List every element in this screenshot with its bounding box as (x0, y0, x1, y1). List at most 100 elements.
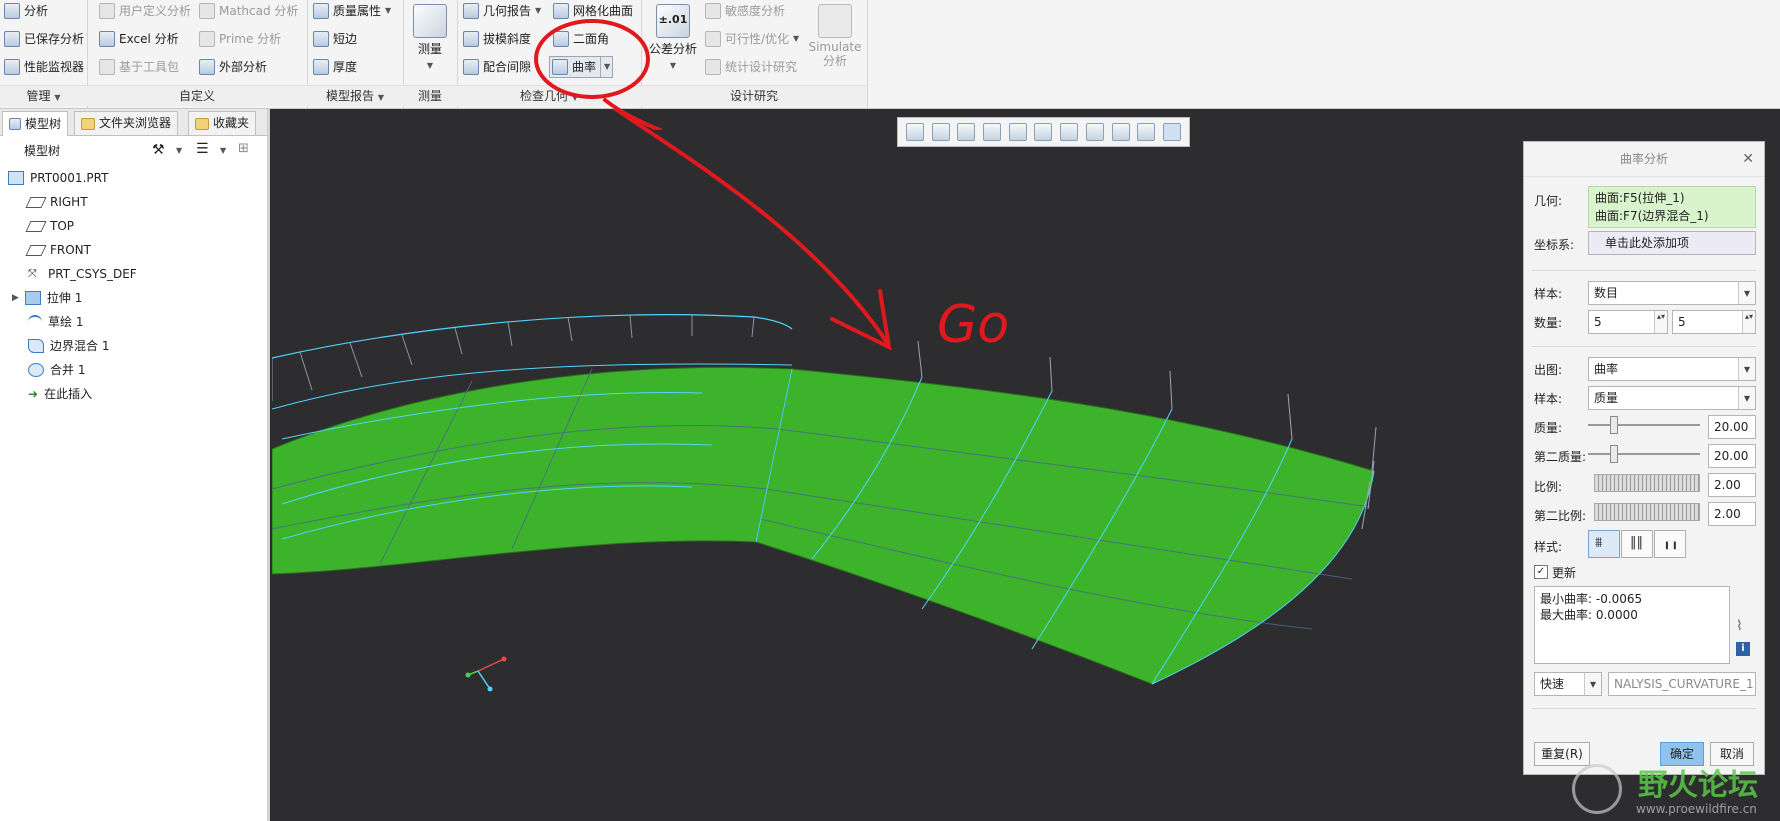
curvature-dropdown-icon[interactable]: ▼ (600, 57, 610, 77)
quality-slider-track[interactable] (1588, 424, 1700, 426)
quality2-field[interactable]: 20.00 (1708, 444, 1756, 468)
tree-item-insert-here[interactable]: ➜ 在此插入 (28, 383, 92, 405)
merge-icon (28, 363, 44, 377)
sample-select[interactable]: 数目 (1588, 281, 1756, 305)
geometry-item[interactable]: 曲面:F7(边界混合_1) (1595, 207, 1749, 225)
zoom-in-icon[interactable] (931, 123, 950, 141)
output-select[interactable]: 曲率 (1588, 357, 1756, 381)
mass-properties-button[interactable]: 质量属性 ▼ (313, 0, 391, 22)
annotation-display-icon[interactable] (1137, 123, 1156, 141)
tab-model-tree[interactable]: 模型树 (2, 111, 69, 136)
view-manager-icon[interactable] (1085, 123, 1104, 141)
mesh-surface-button[interactable]: 网格化曲面 (553, 0, 633, 22)
separator (1532, 708, 1756, 709)
surface-extrude[interactable] (272, 367, 793, 575)
saved-views-icon[interactable] (1060, 123, 1079, 141)
style-bars-button[interactable]: ╻╻ (1654, 530, 1686, 558)
tree-item-part[interactable]: PRT0001.PRT (8, 167, 108, 189)
chevron-down-icon: ▼ (426, 61, 434, 70)
expand-arrow-icon[interactable]: ▶ (12, 287, 19, 309)
tree-item-front-plane[interactable]: FRONT (25, 239, 91, 261)
scale-field[interactable]: 2.00 (1708, 473, 1756, 497)
sensitivity-analysis-button[interactable]: 敏感度分析 (705, 0, 785, 22)
curvature-button[interactable]: 曲率 ▼ (549, 56, 614, 78)
group-label-inspect-geometry[interactable]: 检查几何 ▼ (457, 85, 641, 106)
prime-analysis-button[interactable]: Prime 分析 (199, 28, 281, 50)
statistical-design-study-button[interactable]: 统计设计研究 (705, 56, 797, 78)
style-comb-button[interactable]: ‖‖ (1621, 530, 1653, 558)
analysis-name-field[interactable]: NALYSIS_CURVATURE_1 (1608, 672, 1756, 696)
tab-favorites[interactable]: 收藏夹 (188, 111, 257, 135)
tolerance-analysis-button[interactable]: ±.01 公差分析 ▼ (645, 4, 701, 71)
saved-analysis-button[interactable]: 已保存分析 (4, 28, 84, 50)
geometry-report-button[interactable]: 几何报告 ▼ (463, 0, 541, 22)
chevron-down-icon[interactable]: ▼ (176, 146, 182, 155)
graph-icon[interactable]: ⌇ (1736, 618, 1743, 634)
tree-item-right-plane[interactable]: RIGHT (25, 191, 88, 213)
external-analysis-button[interactable]: 外部分析 (199, 56, 267, 78)
zoom-fit-icon[interactable] (905, 123, 924, 141)
update-checkbox[interactable]: ✓ (1534, 565, 1548, 579)
excel-analysis-button[interactable]: Excel 分析 (99, 28, 179, 50)
zoom-out-icon[interactable] (957, 123, 976, 141)
count-v-stepper[interactable]: 5 (1672, 310, 1756, 334)
tools-icon[interactable]: ⚒ (152, 142, 165, 158)
performance-monitor-button[interactable]: 性能监视器 (4, 56, 84, 78)
fit-clearance-button[interactable]: 配合间隙 (463, 56, 531, 78)
feasibility-optimization-button[interactable]: 可行性/优化 ▼ (705, 28, 799, 50)
geometry-collector[interactable]: 曲面:F5(拉伸_1) 曲面:F7(边界混合_1) (1588, 186, 1756, 228)
group-label-model-report[interactable]: 模型报告 ▼ (307, 85, 403, 106)
dihedral-angle-button[interactable]: 二面角 (553, 28, 609, 50)
analysis-button[interactable]: 分析 (4, 0, 48, 22)
csys-icon: ⤧ (28, 267, 37, 280)
geometry-item[interactable]: 曲面:F5(拉伸_1) (1595, 189, 1749, 207)
quality2-slider-track[interactable] (1588, 453, 1700, 455)
simulate-analysis-button[interactable]: Simulate 分析 (807, 4, 863, 68)
csys-collector[interactable]: 单击此处添加项 (1588, 231, 1756, 255)
info-icon[interactable]: i (1736, 642, 1750, 656)
statistical-study-icon (705, 59, 721, 75)
scale2-field[interactable]: 2.00 (1708, 502, 1756, 526)
toolkit-based-button[interactable]: 基于工具包 (99, 56, 179, 78)
style-curve-button[interactable]: ⩩ (1588, 530, 1620, 558)
tree-item-boundary-blend[interactable]: 边界混合 1 (28, 335, 109, 357)
quality2-slider-thumb[interactable] (1610, 445, 1618, 463)
quality-field[interactable]: 20.00 (1708, 415, 1756, 439)
ribbon-group-custom: 用户定义分析 Excel 分析 基于工具包 Mathcad 分析 Prime 分… (87, 0, 308, 108)
reorient-icon[interactable] (1008, 123, 1027, 141)
quality-slider-thumb[interactable] (1610, 416, 1618, 434)
tree-item-extrude[interactable]: ▶ 拉伸 1 (12, 287, 82, 309)
measure-button[interactable]: 测量 ▼ (411, 4, 449, 71)
saved-analysis-icon (4, 31, 20, 47)
tree-item-csys[interactable]: ⤧ PRT_CSYS_DEF (28, 263, 137, 285)
close-icon[interactable]: ✕ (1742, 142, 1754, 176)
short-edge-button[interactable]: 短边 (313, 28, 357, 50)
sample2-label: 样本: (1534, 392, 1563, 406)
group-label-manage[interactable]: 管理 ▼ (0, 85, 87, 106)
user-defined-analysis-button[interactable]: 用户定义分析 (99, 0, 191, 22)
tree-item-top-plane[interactable]: TOP (25, 215, 74, 237)
chevron-down-icon[interactable]: ▼ (220, 146, 226, 155)
left-panel-tabs: 模型树 文件夹浏览器 收藏夹 (0, 109, 267, 136)
thickness-button[interactable]: 厚度 (313, 56, 357, 78)
scale-wheel[interactable] (1594, 474, 1700, 492)
sketch-icon (28, 315, 42, 329)
list-settings-icon[interactable]: ☰ (196, 141, 209, 157)
display-style-icon[interactable] (1034, 123, 1053, 141)
repaint-icon[interactable] (983, 123, 1002, 141)
count-u-stepper[interactable]: 5 (1588, 310, 1668, 334)
sample2-select[interactable]: 质量 (1588, 386, 1756, 410)
performance-monitor-icon (4, 59, 20, 75)
analysis-mode-select[interactable]: 快速 (1534, 672, 1602, 696)
tab-folder-browser[interactable]: 文件夹浏览器 (74, 111, 179, 135)
dialog-title-bar: 曲率分析 ✕ (1524, 142, 1764, 177)
spin-center-icon[interactable] (1163, 123, 1182, 141)
tree-item-sketch[interactable]: 草绘 1 (28, 311, 83, 333)
mathcad-analysis-button[interactable]: Mathcad 分析 (199, 0, 298, 22)
filter-icon[interactable]: ⊞ (238, 141, 249, 156)
scale2-wheel[interactable] (1594, 503, 1700, 521)
tree-item-merge[interactable]: 合并 1 (28, 359, 85, 381)
draft-button[interactable]: 拔模斜度 (463, 28, 531, 50)
datum-display-icon[interactable] (1111, 123, 1130, 141)
surface-boundary-blend[interactable] (755, 368, 1375, 685)
